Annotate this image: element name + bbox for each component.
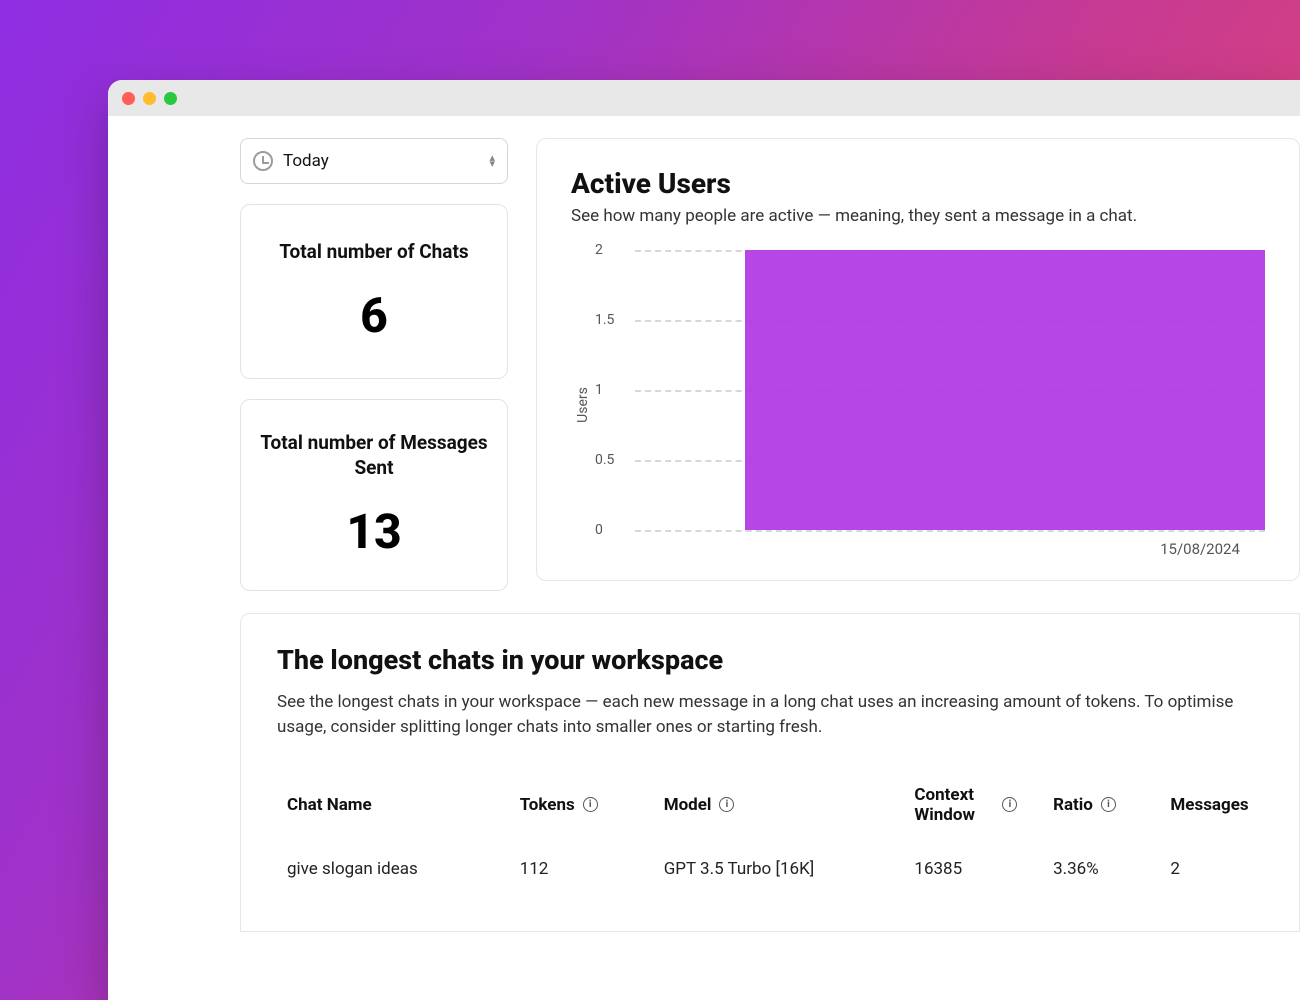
col-label: Context Window — [914, 785, 994, 825]
chart-gridline — [635, 530, 1265, 532]
col-messages: Messages — [1162, 773, 1263, 837]
time-range-select[interactable]: Today ▴▾ — [240, 138, 508, 184]
chart-y-tick: 1 — [595, 382, 603, 398]
stat-value: 13 — [259, 503, 489, 560]
maximize-window-button[interactable] — [164, 92, 177, 105]
table-cell: 16385 — [906, 837, 1045, 901]
col-label: Messages — [1170, 795, 1248, 815]
panel-subtitle: See the longest chats in your workspace … — [277, 690, 1263, 741]
time-range-label: Today — [283, 151, 329, 171]
col-label: Ratio — [1053, 795, 1093, 815]
col-label: Chat Name — [287, 795, 372, 815]
info-icon[interactable]: i — [1101, 797, 1116, 812]
stat-card-total-messages: Total number of Messages Sent 13 — [240, 399, 508, 591]
table-header-row: Chat Name Tokensi Modeli Context Windowi… — [277, 773, 1263, 837]
chart-y-tick: 0 — [595, 522, 603, 538]
col-tokens: Tokensi — [512, 773, 656, 837]
select-chevrons-icon: ▴▾ — [489, 155, 495, 167]
chart-x-ticks: 15/08/2024 — [615, 538, 1265, 558]
window-controls — [122, 92, 177, 105]
app-window: Today ▴▾ Total number of Chats 6 Total n… — [108, 80, 1300, 1000]
info-icon[interactable]: i — [1002, 797, 1017, 812]
col-chat-name: Chat Name — [277, 773, 512, 837]
col-label: Tokens — [520, 795, 575, 815]
clock-icon — [253, 151, 273, 171]
chart-y-tick: 2 — [595, 242, 603, 258]
info-icon[interactable]: i — [583, 797, 598, 812]
right-column: Active Users See how many people are act… — [536, 138, 1300, 591]
longest-chats-table: Chat Name Tokensi Modeli Context Windowi… — [277, 773, 1263, 901]
active-users-panel: Active Users See how many people are act… — [536, 138, 1300, 581]
table-cell: give slogan ideas — [277, 837, 512, 901]
chart-y-axis-label: Users — [575, 387, 591, 423]
col-label: Model — [664, 795, 712, 815]
stat-card-total-chats: Total number of Chats 6 — [240, 204, 508, 379]
titlebar — [108, 80, 1300, 116]
stat-title: Total number of Chats — [259, 239, 489, 265]
chart-bar — [745, 250, 1265, 530]
chart-y-tick: 1.5 — [595, 312, 614, 328]
table-cell: 112 — [512, 837, 656, 901]
minimize-window-button[interactable] — [143, 92, 156, 105]
left-column: Today ▴▾ Total number of Chats 6 Total n… — [240, 138, 508, 591]
table-row[interactable]: give slogan ideas112GPT 3.5 Turbo [16K]1… — [277, 837, 1263, 901]
stat-value: 6 — [259, 287, 489, 344]
chart-x-tick: 15/08/2024 — [1160, 540, 1240, 558]
col-ratio: Ratioi — [1045, 773, 1162, 837]
dashboard-content: Today ▴▾ Total number of Chats 6 Total n… — [108, 116, 1300, 591]
table-cell: 2 — [1162, 837, 1263, 901]
chart-plot-area: 00.511.52 — [615, 250, 1265, 530]
col-context-window: Context Window i — [906, 773, 1045, 837]
info-icon[interactable]: i — [719, 797, 734, 812]
stat-title: Total number of Messages Sent — [259, 430, 489, 481]
longest-chats-panel: The longest chats in your workspace See … — [240, 613, 1300, 932]
table-cell: 3.36% — [1045, 837, 1162, 901]
close-window-button[interactable] — [122, 92, 135, 105]
active-users-chart: Users 00.511.52 15/08/2024 — [571, 250, 1265, 560]
table-cell: GPT 3.5 Turbo [16K] — [656, 837, 907, 901]
panel-title: The longest chats in your workspace — [277, 644, 1263, 676]
panel-title: Active Users — [571, 167, 1265, 200]
chart-y-tick: 0.5 — [595, 452, 614, 468]
panel-subtitle: See how many people are active — meaning… — [571, 206, 1265, 226]
col-model: Modeli — [656, 773, 907, 837]
